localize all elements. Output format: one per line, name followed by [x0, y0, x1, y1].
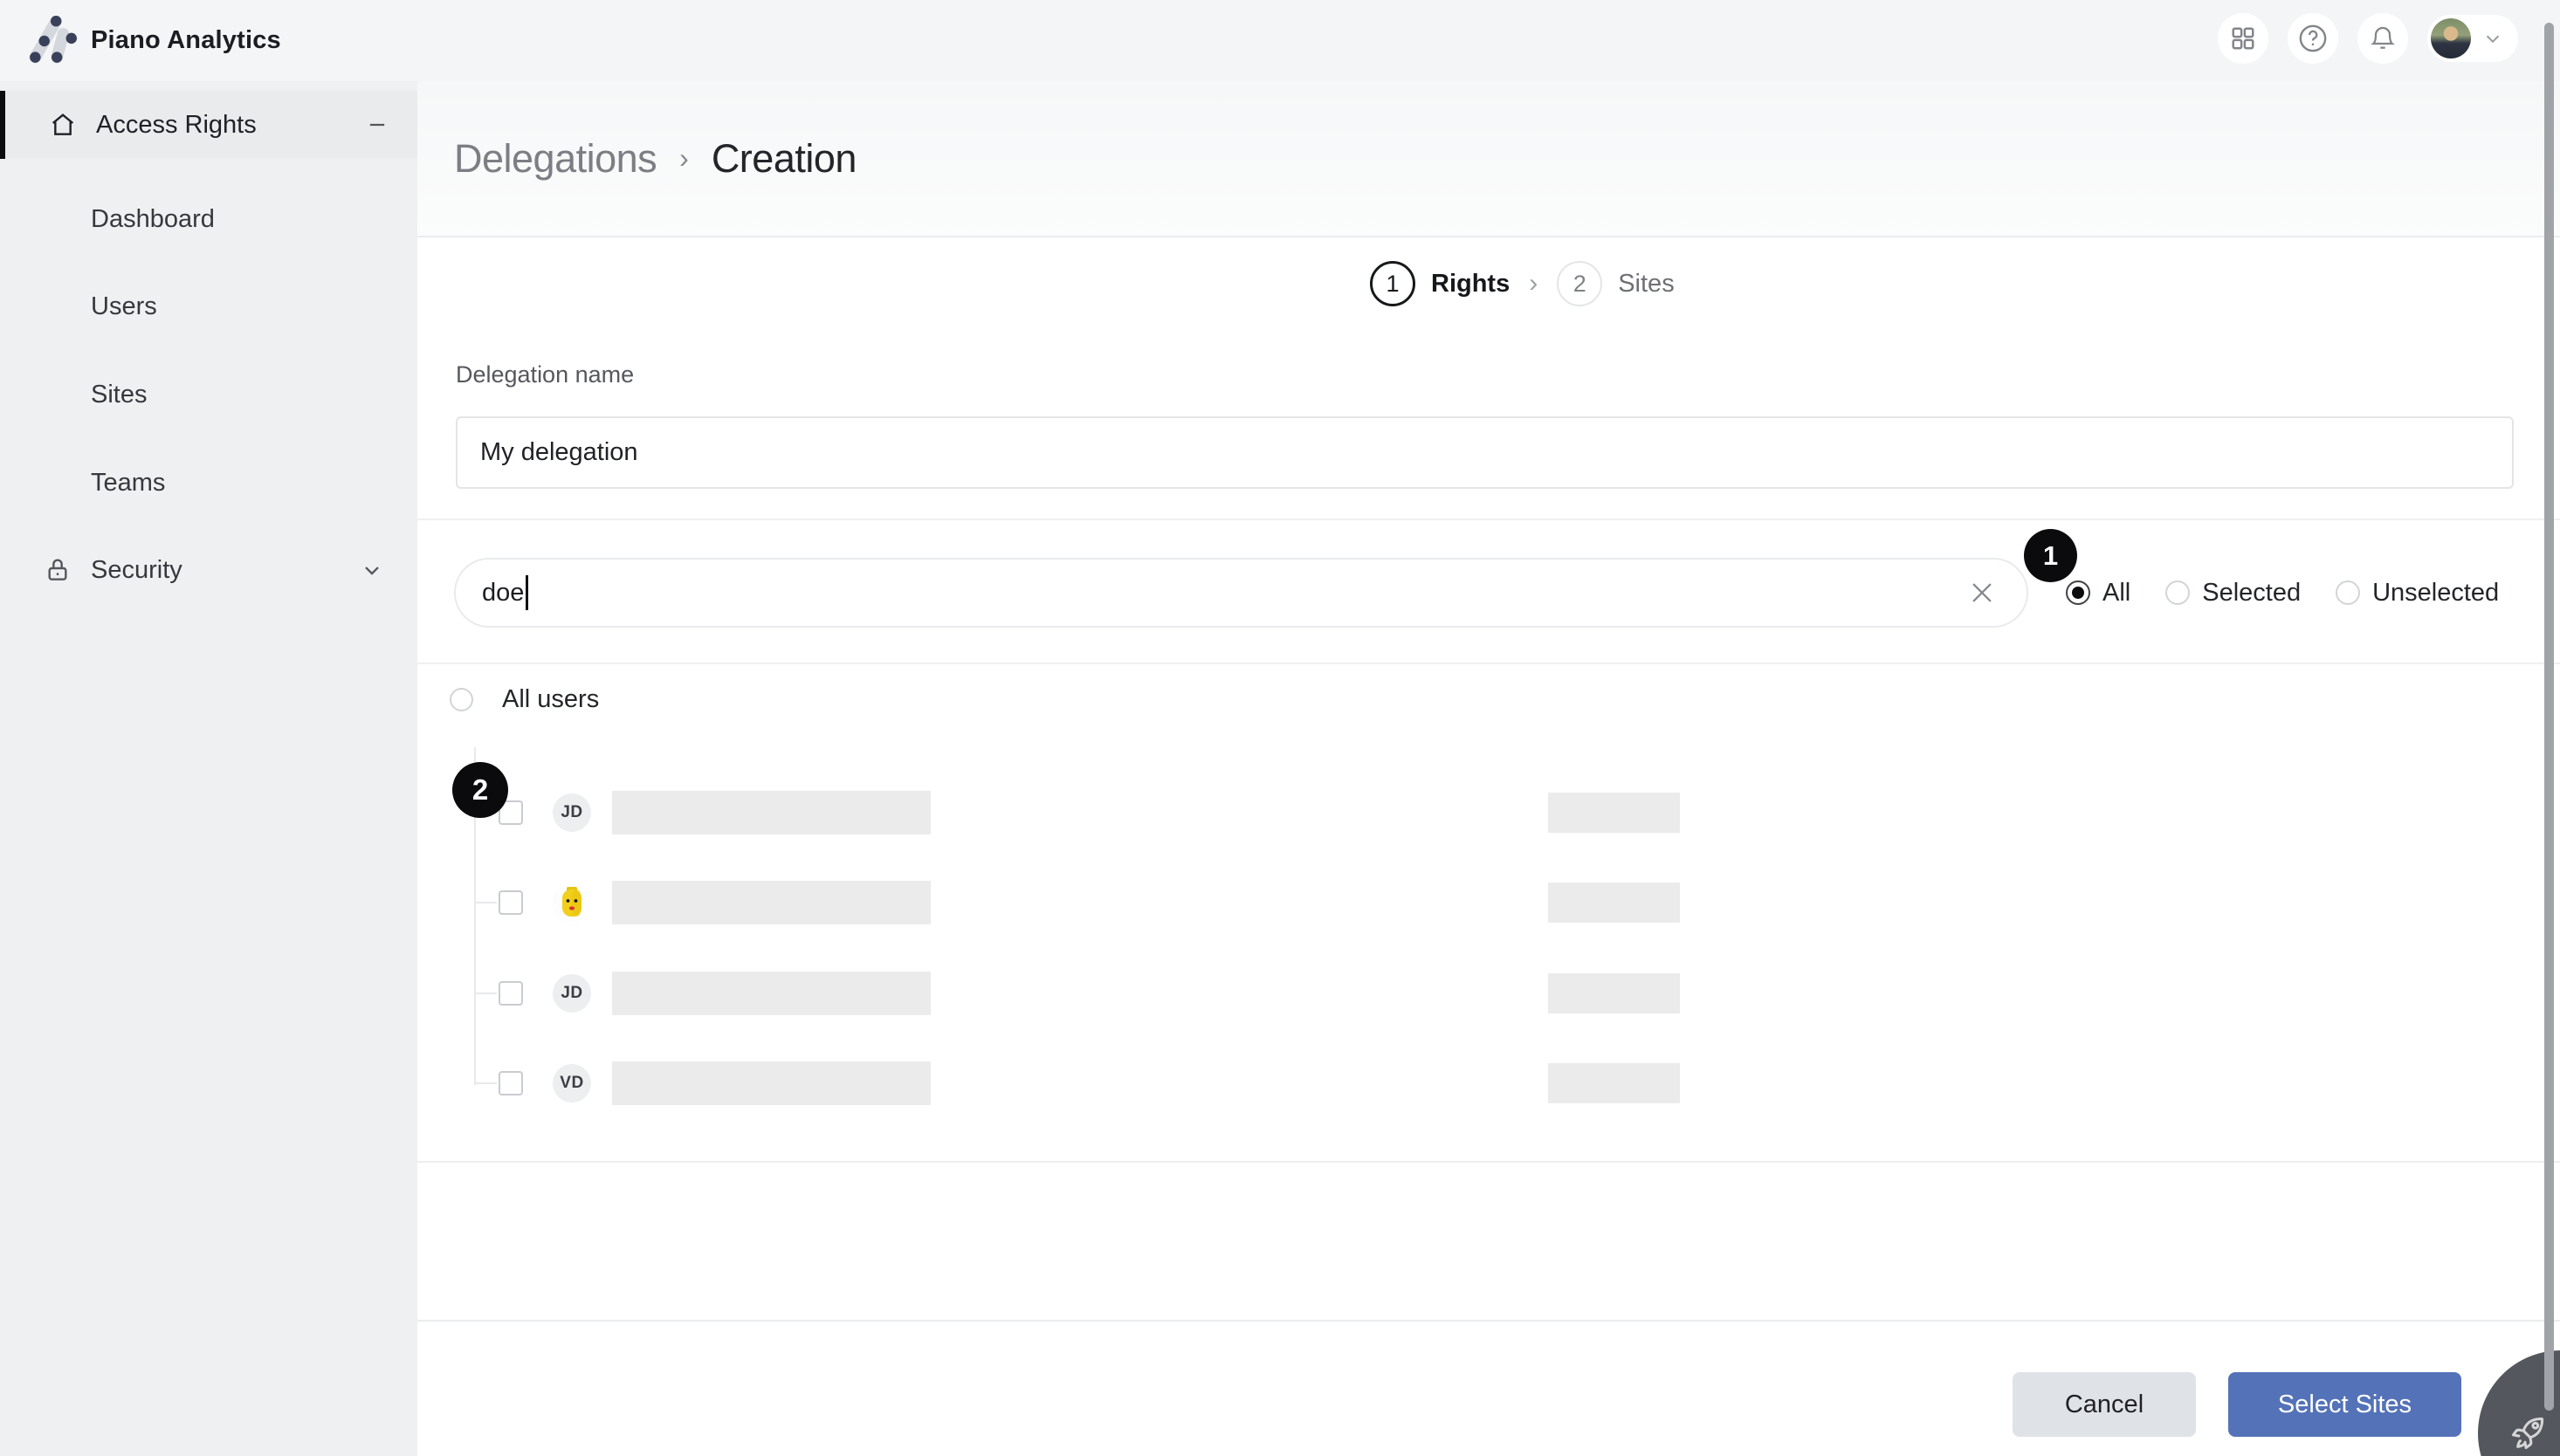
collapse-minus-icon[interactable]	[365, 113, 389, 137]
sidebar-item-label: Users	[91, 292, 157, 321]
user-checkbox[interactable]	[499, 1071, 523, 1095]
apps-grid-button[interactable]	[2218, 13, 2268, 64]
help-icon	[2298, 24, 2328, 53]
top-strip	[0, 0, 2560, 81]
user-meta-placeholder-bar	[1548, 883, 1680, 923]
filter-option-label: All	[2102, 579, 2130, 608]
filter-option-selected[interactable]: Selected	[2165, 579, 2301, 608]
tree-connector-stub	[474, 902, 497, 903]
sidebar-item-access-rights[interactable]: Access Rights	[0, 91, 417, 159]
sidebar-item-label: Access Rights	[96, 111, 257, 140]
step-2-label[interactable]: Sites	[1618, 270, 1674, 299]
filter-radio-group: All Selected Unselected	[2066, 558, 2499, 628]
brand-name: Piano Analytics	[91, 26, 281, 55]
chevron-down-icon[interactable]	[360, 558, 384, 582]
notifications-button[interactable]	[2357, 13, 2408, 64]
user-search-input[interactable]: doe	[454, 558, 2028, 628]
sidebar-item-label: Security	[91, 556, 182, 585]
cancel-button[interactable]: Cancel	[2013, 1372, 2196, 1437]
sidebar-item-label: Teams	[91, 469, 165, 498]
user-name-placeholder-bar	[612, 881, 931, 924]
home-icon	[49, 111, 77, 139]
filter-option-label: Unselected	[2372, 579, 2499, 608]
stepper: 1 Rights › 2 Sites	[1370, 261, 1675, 306]
user-avatar-initials: VD	[553, 1064, 591, 1102]
sidebar-item-sites[interactable]: Sites	[0, 361, 417, 429]
user-checkbox[interactable]	[499, 890, 523, 915]
brand-logo[interactable]: Piano Analytics	[26, 0, 281, 81]
all-users-option[interactable]: All users	[450, 685, 599, 714]
step-1-circle[interactable]: 1	[1370, 261, 1415, 306]
user-avatar	[2431, 18, 2471, 58]
user-meta-placeholder-bar	[1548, 793, 1680, 833]
sidebar-item-label: Dashboard	[91, 205, 215, 234]
radio-selected-icon[interactable]	[2066, 580, 2090, 605]
footer-bar: Cancel Select Sites	[417, 1320, 2560, 1456]
breadcrumb-separator: ›	[679, 142, 689, 175]
rocket-icon	[2508, 1413, 2548, 1453]
breadcrumb-parent[interactable]: Delegations	[454, 136, 657, 182]
user-meta-placeholder-bar	[1548, 1063, 1680, 1103]
user-checkbox[interactable]	[499, 981, 523, 1006]
lego-head-emoji-icon	[553, 883, 591, 922]
clear-search-icon[interactable]	[1967, 578, 1997, 608]
apps-grid-icon	[2230, 25, 2256, 52]
filter-option-all[interactable]: All	[2066, 579, 2130, 608]
user-avatar-initials: JD	[553, 793, 591, 832]
user-name-placeholder-bar	[612, 791, 931, 834]
radio-unselected-icon[interactable]	[2336, 580, 2360, 605]
user-name-placeholder-bar	[612, 1061, 931, 1105]
topbar-actions	[2218, 12, 2518, 65]
select-sites-button[interactable]: Select Sites	[2228, 1372, 2461, 1437]
breadcrumb: Delegations › Creation	[454, 81, 857, 236]
piano-analytics-logo-icon	[26, 16, 77, 66]
search-query-text: doe	[482, 579, 524, 608]
step-1-label[interactable]: Rights	[1431, 270, 1510, 299]
user-name-placeholder-bar	[612, 972, 931, 1015]
text-cursor	[526, 575, 528, 610]
divider	[417, 663, 2560, 664]
user-avatar-initials: JD	[553, 974, 591, 1013]
sidebar: Access Rights Dashboard Users Sites Team…	[0, 81, 417, 1456]
divider	[417, 519, 2560, 520]
page-title: Creation	[712, 136, 857, 182]
radio-unselected-icon[interactable]	[450, 688, 473, 711]
filter-option-label: Selected	[2202, 579, 2301, 608]
sidebar-item-users[interactable]: Users	[0, 272, 417, 340]
user-avatar-lego-emoji	[553, 883, 591, 922]
help-button[interactable]	[2288, 13, 2338, 64]
user-meta-placeholder-bar	[1548, 973, 1680, 1013]
sidebar-item-label: Sites	[91, 381, 147, 409]
filter-option-unselected[interactable]: Unselected	[2336, 579, 2499, 608]
stepper-separator: ›	[1525, 269, 1541, 299]
sidebar-item-dashboard[interactable]: Dashboard	[0, 185, 417, 253]
vertical-scrollbar[interactable]	[2544, 23, 2554, 1411]
user-menu[interactable]	[2427, 15, 2518, 62]
delegation-name-label: Delegation name	[456, 361, 634, 388]
annotation-badge-2: 2	[452, 762, 508, 818]
radio-unselected-icon[interactable]	[2165, 580, 2190, 605]
all-users-label: All users	[502, 685, 599, 714]
tree-connector-stub	[474, 992, 497, 994]
sidebar-item-teams[interactable]: Teams	[0, 449, 417, 517]
piano-analytics-app: Piano Analytics	[0, 0, 2560, 1456]
lock-icon	[44, 556, 72, 584]
annotation-badge-1: 1	[2024, 529, 2077, 582]
divider	[417, 1161, 2560, 1163]
delegation-name-input[interactable]	[456, 416, 2514, 489]
sidebar-item-security[interactable]: Security	[0, 536, 417, 604]
step-2-circle[interactable]: 2	[1557, 261, 1602, 306]
chevron-down-icon	[2483, 29, 2502, 48]
tree-connector-stub	[474, 1082, 497, 1084]
bell-icon	[2369, 24, 2397, 52]
